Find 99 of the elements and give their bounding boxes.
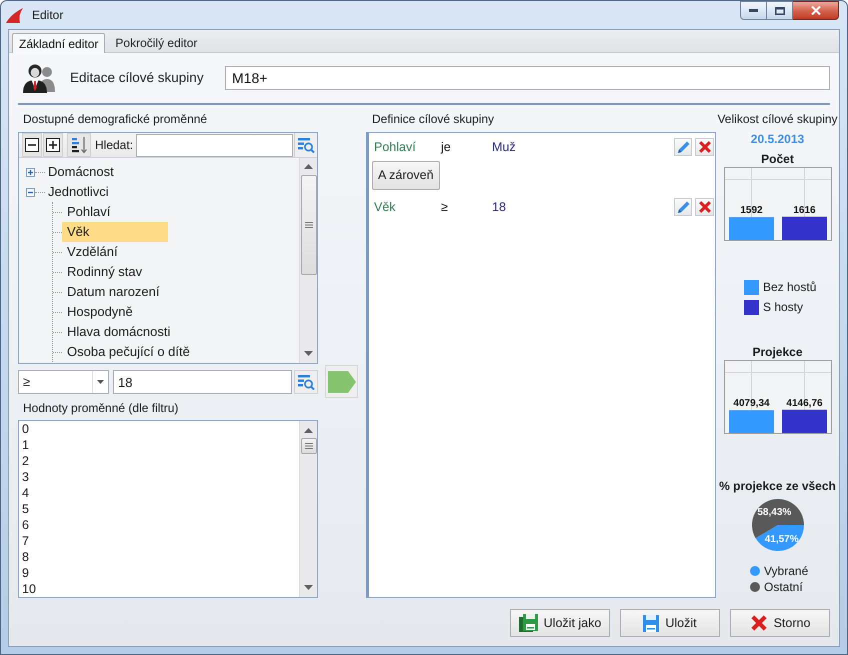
tree-item[interactable]: Datum narození [62,282,164,302]
list-item[interactable]: 2 [22,453,299,469]
minimize-icon [749,9,758,12]
tab[interactable]: Pokročilý editor [109,33,204,53]
field-label: Editace cílové skupiny [70,68,205,87]
list-item[interactable]: 4 [22,485,299,501]
scroll-down-icon[interactable] [304,585,313,590]
legend-label: Ostatní [764,579,803,595]
list-item[interactable]: 9 [22,565,299,581]
value-field[interactable]: 18 [113,370,292,394]
people-icon [22,63,56,93]
action-button[interactable]: Uložit jako [510,609,610,637]
value-label: 1616 [792,204,816,216]
condition-operator: je [441,138,452,156]
list-item[interactable]: 7 [22,533,299,549]
tree-item[interactable]: Hlava domácnosti [62,322,176,342]
section-label: Hodnoty proměnné (dle filtru) [22,400,180,416]
list-item[interactable]: 0 [22,421,299,437]
connector-button[interactable]: A zároveň [372,161,440,190]
action-button[interactable]: Uložit [620,609,720,637]
tab[interactable]: Základní editor [12,33,106,53]
list-item[interactable]: 10 [22,581,299,597]
name-field[interactable]: M18+ [225,66,830,90]
slice-label: 41,57% [764,534,798,545]
section-label: Dostupné demografické proměnné [22,111,208,128]
scroll-up-icon[interactable] [304,428,313,433]
scrollbar-thumb[interactable] [300,175,316,275]
edit-button[interactable] [674,198,692,216]
section-label: Velikost cílové skupiny [717,111,838,128]
list-item[interactable]: 1 [22,437,299,453]
legend-label: Bez hostů [763,280,816,295]
search-label: Hledat: [95,137,134,154]
list-item[interactable]: 6 [22,517,299,533]
condition-value: Muž [492,138,517,156]
floppy-stack-icon [518,614,538,632]
minus-square-icon [25,138,39,152]
collapse-all-button[interactable] [22,133,42,157]
search-button[interactable] [294,133,317,157]
minimize-button[interactable] [740,1,767,20]
chart-title: % projekce ze všech [719,478,836,494]
grip-icon [304,443,312,449]
list-search-icon [297,137,315,153]
condition-variable: Věk [374,198,397,216]
plus-box-icon[interactable] [26,168,35,176]
expand-all-button[interactable] [43,133,63,157]
value-label: 4146,76 [786,398,822,409]
tree-item[interactable]: Vzdělání [62,242,123,262]
search-field[interactable] [136,134,293,156]
right-arrow-icon [328,370,356,392]
condition-value: 18 [492,198,507,216]
delete-button[interactable] [695,198,714,216]
list-item[interactable]: 5 [22,501,299,517]
sort-button[interactable] [67,133,91,157]
cross-icon [698,140,712,154]
close-icon [810,6,820,15]
pencil-icon [676,200,690,214]
value-label: 4079,34 [732,398,770,410]
cross-icon [698,200,712,214]
list-item[interactable]: 8 [22,549,299,565]
delete-button[interactable] [695,138,714,156]
search-button[interactable] [294,370,318,394]
scrollbar-thumb[interactable] [300,438,316,454]
chart-title: Projekce [752,344,803,360]
tree-item[interactable]: Rodinný stav [62,262,148,282]
value-label: 1592 [740,205,762,216]
condition-variable: Pohlaví [374,138,417,156]
plus-square-icon [46,138,60,152]
scroll-down-icon[interactable] [304,351,313,356]
condition-operator: ≥ [441,198,449,216]
window-title: Editor [32,7,64,24]
close-button[interactable] [793,1,839,20]
tree-item[interactable]: Hospodyně [62,302,138,322]
tree-item[interactable]: Věk [62,222,168,242]
minus-box-icon[interactable] [26,188,35,196]
date-label: 20.5.2013 [750,131,804,148]
cross-icon [750,614,768,632]
slice-label: 58,43% [756,507,791,518]
logo-icon [6,8,23,22]
chart-title: Počet [761,151,794,167]
action-button[interactable]: Storno [730,609,830,637]
floppy-icon [643,614,660,632]
tree-item[interactable]: Jednotlivci [45,182,112,202]
tree-item[interactable]: Domácnost [45,162,117,182]
list-item[interactable]: 3 [22,469,299,485]
legend-label: S hosty [763,300,804,315]
pencil-icon [676,140,690,154]
legend-label: Vybrané [764,563,808,579]
edit-button[interactable] [674,138,692,156]
operator-dropdown[interactable]: ≥ [18,370,109,394]
section-label: Definice cílové skupiny [371,111,496,128]
sort-icon [70,136,88,154]
tree-item[interactable]: Osoba pečující o dítě [62,342,195,362]
grip-icon [304,222,312,228]
scroll-up-icon[interactable] [304,164,313,169]
list-search-icon [297,374,315,390]
maximize-button[interactable] [767,1,793,20]
tree-item[interactable]: Pohlaví [62,202,116,222]
maximize-icon [774,6,784,14]
caret-icon [97,380,104,384]
